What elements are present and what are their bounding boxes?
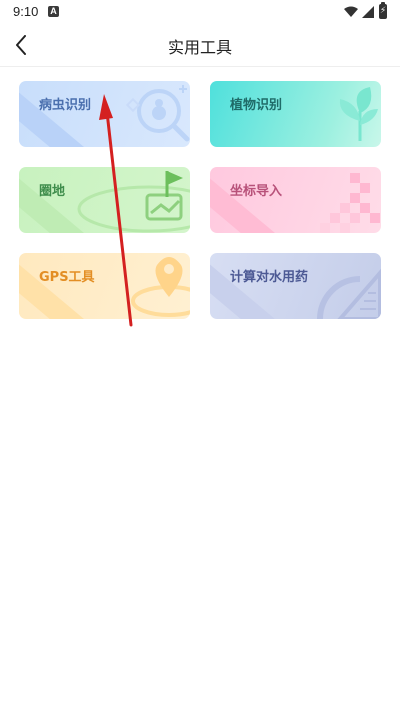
tool-card-plant[interactable]: 植物识别 — [210, 81, 381, 147]
tool-card-fence[interactable]: 圈地 — [19, 167, 190, 233]
header-divider — [0, 66, 400, 67]
grid-import-icon — [320, 173, 380, 233]
status-bar: 9:10 A ⚡ — [0, 0, 400, 24]
status-time: 9:10 — [13, 4, 39, 19]
tool-label: 坐标导入 — [230, 184, 283, 199]
tool-label: 计算对水用药 — [230, 270, 309, 285]
ruler-icon — [317, 268, 381, 319]
signal-icon — [362, 6, 374, 18]
leaf-icon — [339, 87, 378, 142]
tool-label: 圈地 — [39, 184, 66, 199]
battery-charging-icon: ⚡ — [379, 2, 387, 19]
app-header: 实用工具 — [0, 24, 400, 66]
tool-label: 病虫识别 — [39, 98, 92, 113]
tool-label: 植物识别 — [230, 98, 283, 113]
tools-grid: 病虫识别 植物识别 圈地 坐标导入 GPS工具 计算对水用药 — [19, 81, 381, 321]
tool-card-pest[interactable]: 病虫识别 — [19, 81, 190, 147]
tool-card-coord[interactable]: 坐标导入 — [210, 167, 381, 233]
map-flag-icon — [77, 171, 190, 233]
tool-card-gps[interactable]: GPS工具 — [19, 253, 190, 319]
page-title: 实用工具 — [167, 38, 232, 57]
wifi-icon — [344, 6, 358, 17]
tool-card-water[interactable]: 计算对水用药 — [210, 253, 381, 319]
bug-icon — [125, 85, 190, 142]
notification-icon: A — [48, 6, 59, 17]
location-pin-icon — [131, 257, 190, 317]
tool-label: GPS工具 — [39, 270, 95, 285]
